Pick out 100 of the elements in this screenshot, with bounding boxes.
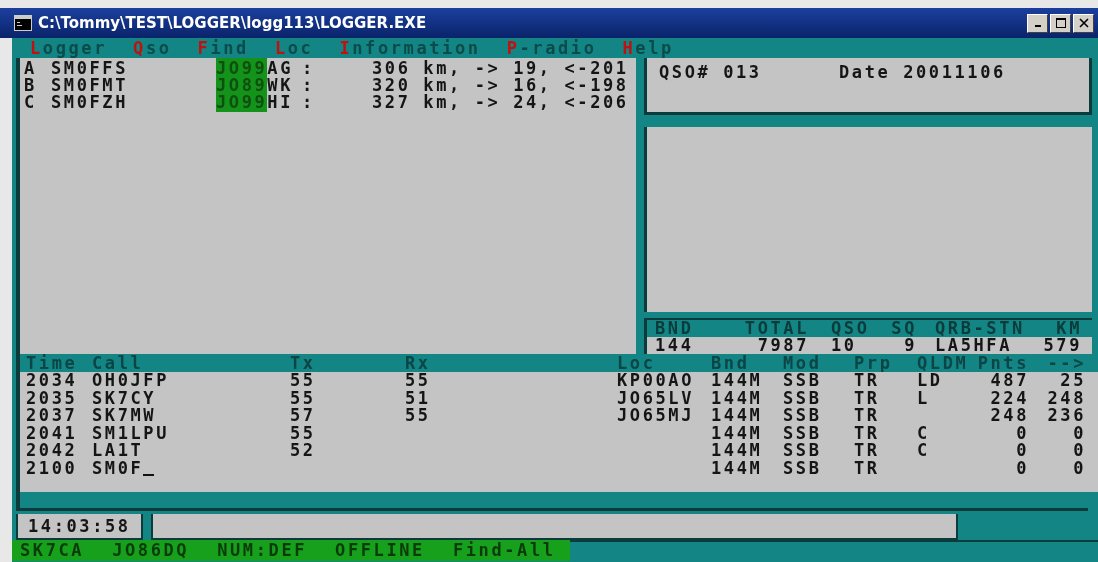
qso-date: Date 20011106 (839, 62, 1006, 82)
column-header: QLDM (916, 354, 970, 372)
separator: : (302, 94, 316, 111)
command-field[interactable] (150, 514, 958, 540)
points-cell: 0 (1016, 440, 1029, 460)
mode-cell: SSB (783, 422, 822, 443)
time-cell: 2100 (26, 457, 78, 478)
mode-cell: SSB (783, 405, 822, 425)
maximize-icon (1055, 18, 1066, 28)
menu-item[interactable]: Logger (30, 38, 108, 58)
menu-item[interactable]: Loc (274, 38, 314, 58)
close-button[interactable] (1073, 13, 1094, 33)
column-header: Loc (617, 354, 657, 372)
call-cell: SK7MW (92, 405, 157, 425)
distance-cell: 25 (1060, 370, 1086, 390)
distance-info: 320 km, -> 16, <-198 (372, 77, 629, 94)
points-cell: 487 (990, 370, 1029, 390)
clock: 14:03:58 (16, 514, 143, 540)
distance-cell: 0 (1073, 422, 1086, 443)
band-cell: 144M (711, 457, 763, 478)
separator: : (302, 60, 316, 77)
stats-header: QRB-STN (934, 320, 1026, 337)
prop-cell: TR (854, 457, 880, 478)
band-cell: 144M (711, 440, 763, 460)
qldm-cell: L (917, 387, 930, 408)
prop-cell: TR (854, 387, 880, 408)
points-cell: 0 (1016, 422, 1029, 443)
tx-cell: 52 (290, 440, 316, 460)
call-cell: SK7CY (92, 387, 157, 408)
mode-cell: SSB (783, 440, 822, 460)
qso-number: QSO# 013 (659, 62, 763, 82)
prop-cell: TR (854, 440, 880, 460)
time-cell: 2034 (26, 370, 78, 390)
menu-item[interactable]: Help (622, 38, 674, 58)
window-title: C:\Tommy\TEST\LOGGER\logg113\LOGGER.EXE (38, 14, 428, 32)
band-cell: 144M (711, 405, 763, 425)
column-header: Bnd (711, 354, 751, 372)
slot-label: C (24, 94, 38, 111)
prop-cell: TR (854, 422, 880, 443)
column-header: Pnts (976, 354, 1030, 372)
rx-cell: 55 (405, 405, 431, 425)
prop-cell: TR (854, 370, 880, 390)
qldm-cell: LD (917, 370, 943, 390)
points-cell: 248 (990, 405, 1029, 425)
tx-cell: 55 (290, 387, 316, 408)
distance-cell: 236 (1047, 405, 1086, 425)
stats-header: SQ (890, 320, 918, 337)
slot-label: A (24, 60, 38, 77)
stats-value: 9 (904, 337, 917, 354)
rx-cell: 51 (405, 387, 431, 408)
menu-item[interactable]: P-radio (506, 38, 597, 58)
column-header: Mod (783, 354, 823, 372)
column-header: Call (92, 354, 145, 372)
slot-label: B (24, 77, 38, 94)
call-cell: LA1T (92, 440, 144, 460)
mode-cell: SSB (783, 387, 822, 408)
callsign: SM0FMT (51, 77, 129, 94)
stats-value: 7987 (756, 337, 810, 354)
rx-cell: 55 (405, 370, 431, 390)
column-header: Prp (854, 354, 894, 372)
stats-header: KM (1055, 320, 1083, 337)
call-cell: OH0JFP (92, 370, 169, 390)
minimize-icon (1034, 25, 1041, 27)
locator-cell: JO65MJ (617, 405, 694, 425)
callsign: SM0FFS (51, 60, 129, 77)
column-header: --> (1046, 354, 1087, 372)
time-cell: 2042 (26, 440, 78, 460)
locator-cell: JO65LV (617, 387, 694, 408)
band-cell: 144M (711, 387, 763, 408)
prop-cell: TR (854, 405, 880, 425)
menu-item[interactable]: Find (197, 38, 249, 58)
status-item: Find-All (452, 540, 556, 561)
time-cell: 2037 (26, 405, 78, 425)
tx-cell: 55 (290, 422, 316, 443)
console-icon (14, 15, 32, 31)
tx-cell: 55 (290, 370, 316, 390)
column-header: Rx (405, 354, 432, 372)
menu-item[interactable]: Information (339, 38, 481, 58)
status-item: OFFLINE (335, 540, 425, 561)
maximize-button[interactable] (1050, 13, 1071, 33)
distance-cell: 0 (1073, 440, 1086, 460)
column-header: Time (26, 354, 79, 372)
stats-value: 579 (1042, 337, 1083, 354)
stats-value: 144 (655, 337, 695, 354)
status-item: SK7CA (20, 540, 85, 561)
minimize-button[interactable] (1027, 13, 1048, 33)
distance-info: 327 km, -> 24, <-206 (372, 94, 629, 111)
time-cell: 2035 (26, 387, 78, 408)
locator-cell: KP00AO (617, 370, 694, 390)
stats-header: TOTAL (743, 320, 810, 337)
status-item: JO86DQ (112, 540, 190, 561)
separator: : (302, 77, 316, 94)
distance-cell: 248 (1047, 387, 1086, 408)
tx-cell: 57 (290, 405, 316, 425)
locator: JO89WK (216, 77, 294, 94)
stats-value: 10 (830, 337, 857, 354)
menu-item[interactable]: Qso (133, 38, 172, 58)
band-cell: 144M (711, 370, 763, 390)
mode-cell: SSB (783, 370, 822, 390)
call-cell: SM1LPU (92, 422, 169, 443)
